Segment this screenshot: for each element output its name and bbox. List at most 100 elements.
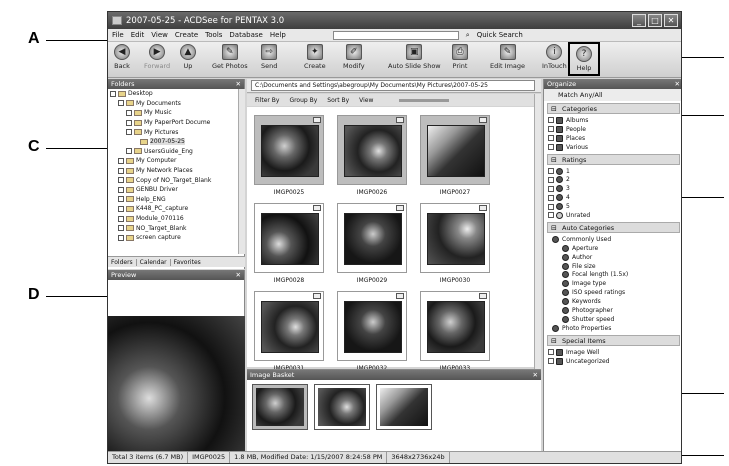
forward-button[interactable]: ▶ Forward — [144, 44, 170, 70]
folder-my-computer[interactable]: My Computer — [110, 156, 239, 166]
thumbnail[interactable] — [420, 291, 490, 361]
tab-favorites[interactable]: Favorites — [171, 259, 204, 266]
basket-item[interactable] — [252, 384, 308, 430]
menu-help[interactable]: Help — [270, 31, 286, 39]
sort-by-dropdown[interactable]: Sort By — [327, 97, 349, 104]
thumbnail[interactable] — [254, 203, 324, 273]
pane-close-icon[interactable]: ✕ — [236, 270, 241, 280]
zoom-slider[interactable] — [399, 98, 450, 102]
auto-keywords[interactable]: Keywords — [552, 297, 681, 306]
category-people[interactable]: People — [548, 125, 681, 134]
thumbnail-image — [427, 301, 485, 353]
folder-usersguide[interactable]: UsersGuide_Eng — [110, 147, 239, 157]
menu-edit[interactable]: Edit — [131, 31, 145, 39]
tab-folders[interactable]: Folders — [108, 258, 137, 266]
auto-aperture[interactable]: Aperture — [552, 244, 681, 253]
tab-calendar[interactable]: Calendar — [137, 258, 171, 266]
folder-genbu-driver[interactable]: GENBU Driver — [110, 185, 239, 195]
back-button[interactable]: ◀ Back — [114, 44, 130, 70]
menu-create[interactable]: Create — [175, 31, 198, 39]
thumbnail[interactable] — [420, 203, 490, 273]
menu-tools[interactable]: Tools — [205, 31, 222, 39]
category-albums[interactable]: Albums — [548, 116, 681, 125]
folder-copy-no-target[interactable]: Copy of NO_Target_Blank — [110, 175, 239, 185]
auto-photographer[interactable]: Photographer — [552, 306, 681, 315]
folder-my-pictures[interactable]: My Pictures — [110, 127, 239, 137]
print-button[interactable]: ⎙ Print — [452, 44, 468, 70]
pane-close-icon[interactable]: ✕ — [236, 79, 241, 89]
minimize-button[interactable]: _ — [632, 14, 646, 27]
group-by-dropdown[interactable]: Group By — [289, 97, 317, 104]
pane-close-icon[interactable]: ✕ — [533, 370, 538, 380]
basket-item[interactable] — [314, 384, 370, 430]
category-various[interactable]: Various — [548, 143, 681, 152]
menu-file[interactable]: File — [112, 31, 124, 39]
basket-item[interactable] — [376, 384, 432, 430]
auto-file-size[interactable]: File size — [552, 262, 681, 271]
rating-unrated[interactable]: Unrated — [548, 211, 681, 220]
create-icon: ✦ — [306, 44, 323, 60]
folder-no-target[interactable]: NO_Target_Blank — [110, 223, 239, 233]
rating-5[interactable]: 5 — [548, 202, 681, 211]
category-places[interactable]: Places — [548, 134, 681, 143]
special-items-section[interactable]: Special Items — [547, 334, 680, 346]
auto-slide-show-button[interactable]: ▣ Auto Slide Show — [388, 44, 441, 70]
thumbnail[interactable] — [337, 291, 407, 361]
folder-my-documents[interactable]: My Documents — [110, 99, 239, 109]
view-dropdown[interactable]: View — [359, 97, 373, 104]
callout-c: C — [28, 138, 40, 155]
rating-2[interactable]: 2 — [548, 175, 681, 184]
auto-shutter-speed[interactable]: Shutter speed — [552, 315, 681, 324]
quick-search-button[interactable]: Quick Search — [477, 31, 523, 39]
folder-screen-capture[interactable]: screen capture — [110, 233, 239, 243]
auto-commonly-used[interactable]: Commonly Used — [552, 235, 681, 244]
match-any-all[interactable]: Match Any/All — [544, 89, 681, 101]
folder-desktop[interactable]: Desktop — [110, 89, 239, 99]
thumbnail[interactable] — [337, 203, 407, 273]
folder-help-eng[interactable]: Help_ENG — [110, 195, 239, 205]
auto-categories-section[interactable]: Auto Categories — [547, 221, 680, 233]
folder-scrollbar[interactable] — [238, 89, 245, 254]
rating-3[interactable]: 3 — [548, 184, 681, 193]
thumbnail[interactable] — [420, 115, 490, 185]
folder-k448[interactable]: K448_PC_capture — [110, 204, 239, 214]
auto-iso[interactable]: ISO speed ratings — [552, 288, 681, 297]
thumbnail[interactable] — [254, 115, 324, 185]
pane-close-icon[interactable]: ✕ — [675, 79, 680, 89]
search-input[interactable] — [332, 30, 459, 40]
folder-my-paperport[interactable]: My PaperPort Docume — [110, 118, 239, 128]
filter-by-dropdown[interactable]: Filter By — [255, 97, 279, 104]
auto-image-type[interactable]: Image type — [552, 279, 681, 288]
maximize-button[interactable]: □ — [648, 14, 662, 27]
help-button[interactable]: ? Help — [568, 42, 600, 76]
categories-section[interactable]: Categories — [547, 103, 680, 114]
send-button[interactable]: ⇨ Send — [261, 44, 277, 70]
folder-module[interactable]: Module_070116 — [110, 214, 239, 224]
auto-author[interactable]: Author — [552, 253, 681, 262]
thumbnail-scrollbar[interactable] — [534, 94, 541, 369]
menu-view[interactable]: View — [151, 31, 168, 39]
thumbnail[interactable] — [337, 115, 407, 185]
special-image-well[interactable]: Image Well — [548, 348, 681, 357]
folder-my-music[interactable]: My Music — [110, 108, 239, 118]
create-button[interactable]: ✦ Create — [304, 44, 326, 70]
intouch-button[interactable]: i InTouch — [542, 44, 567, 70]
auto-photo-properties[interactable]: Photo Properties — [552, 324, 681, 333]
search-icon[interactable]: ⌕ — [466, 31, 470, 40]
thumbnail[interactable] — [254, 291, 324, 361]
edit-image-button[interactable]: ✎ Edit Image — [490, 44, 525, 70]
up-button[interactable]: ▲ Up — [180, 44, 196, 70]
folder-network-places[interactable]: My Network Places — [110, 166, 239, 176]
rating-1[interactable]: 1 — [548, 167, 681, 176]
modify-button[interactable]: ✐ Modify — [343, 44, 365, 70]
special-uncategorized[interactable]: Uncategorized — [548, 357, 681, 366]
get-photos-button[interactable]: ✎ Get Photos — [212, 44, 248, 70]
auto-focal-length[interactable]: Focal length (1.5x) — [552, 270, 681, 279]
close-button[interactable]: ✕ — [664, 14, 678, 27]
folder-2007-05-25[interactable]: 2007-05-25 — [110, 137, 239, 147]
path-field[interactable]: C:\Documents and Settings\abegroup\My Do… — [251, 80, 535, 91]
ratings-section[interactable]: Ratings — [547, 153, 680, 165]
rating-4[interactable]: 4 — [548, 193, 681, 202]
menu-database[interactable]: Database — [229, 31, 262, 39]
organize-pane: Organize✕ Match Any/All Categories Album… — [543, 79, 681, 453]
